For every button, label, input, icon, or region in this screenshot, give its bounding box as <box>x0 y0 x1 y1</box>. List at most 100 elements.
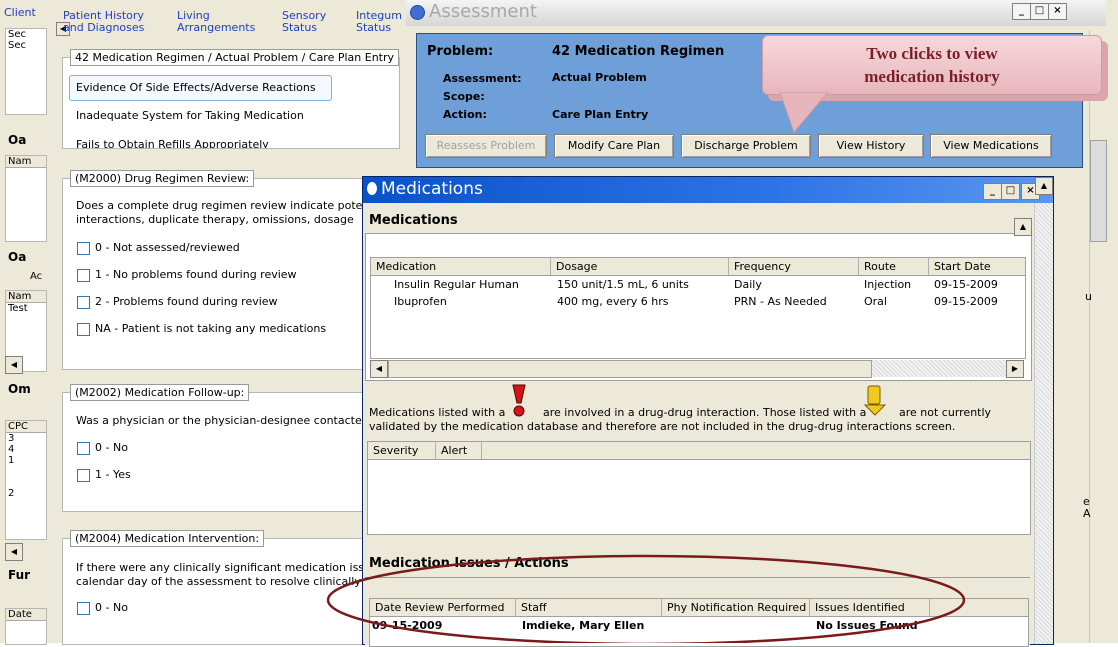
medications-app-icon <box>367 182 377 195</box>
functional-section-label: Fur <box>8 568 31 582</box>
tab-line: Arrangements <box>177 21 256 34</box>
m2000-question-line: Does a complete drug regimen review indi… <box>76 199 363 212</box>
omission-section-label: Om <box>8 382 31 396</box>
assessment-label: Assessment: <box>443 72 522 85</box>
m2000-option-0[interactable]: 0 - Not assessed/reviewed <box>77 241 240 255</box>
care-plan-entry-item-selected[interactable]: Evidence Of Side Effects/Adverse Reactio… <box>69 75 332 101</box>
scroll-left-icon[interactable]: ◀ <box>370 360 388 378</box>
reassess-problem-button[interactable]: Reassess Problem <box>425 134 547 158</box>
m2000-question-line: interactions, duplicate therapy, omissio… <box>76 213 354 226</box>
checkbox-icon[interactable] <box>77 468 90 482</box>
m2000-option-2[interactable]: 2 - Problems found during review <box>77 295 278 309</box>
table-row[interactable]: Ibuprofen 400 mg, every 6 hrs PRN - As N… <box>371 295 1025 311</box>
m2000-option-na[interactable]: NA - Patient is not taking any medicatio… <box>77 322 326 336</box>
option-label: 1 - Yes <box>95 468 131 481</box>
modify-care-plan-button[interactable]: Modify Care Plan <box>554 134 674 158</box>
cpc-value: 3 <box>8 433 15 444</box>
col-medication[interactable]: Medication <box>371 258 551 275</box>
m2000-option-1[interactable]: 1 - No problems found during review <box>77 268 297 282</box>
assessment-close-button[interactable]: × <box>1048 3 1067 20</box>
legend-text: are involved in a drug-drug interaction.… <box>543 406 867 419</box>
date-header: Date <box>6 609 46 621</box>
scroll-left-icon[interactable]: ◀ <box>5 543 23 561</box>
col-frequency[interactable]: Frequency <box>729 258 859 275</box>
assessment-minimize-button[interactable]: _ <box>1012 3 1031 20</box>
medications-horizontal-scrollbar[interactable]: ◀ ▶ <box>370 360 1024 378</box>
cpc-grid: CPC 3 4 1 2 <box>5 420 47 540</box>
oasis-grid-1: Nam <box>5 155 47 242</box>
assessment-edge-text: A <box>1083 507 1091 520</box>
checkbox-icon[interactable] <box>77 322 90 336</box>
scrollbar-thumb[interactable] <box>388 360 872 378</box>
option-label: 0 - No <box>95 441 128 454</box>
oasis-tab-strip: ◀ Patient History and Diagnoses Living Arr… <box>50 0 410 38</box>
medications-window-scrollbar[interactable]: ▲ <box>1034 177 1053 644</box>
cell-frequency: PRN - As Needed <box>734 295 827 308</box>
col-alert[interactable]: Alert <box>436 442 482 459</box>
m2004-option-0[interactable]: 0 - No <box>77 601 128 615</box>
drug-interaction-alert-icon <box>512 384 526 417</box>
cell-dosage: 150 unit/1.5 mL, 6 units <box>557 278 689 291</box>
scrollbar-thumb[interactable] <box>1090 140 1107 242</box>
client-tab[interactable]: Client <box>4 6 36 19</box>
medications-maximize-button[interactable]: □ <box>1001 183 1020 200</box>
assessment-maximize-button[interactable]: □ <box>1030 3 1049 20</box>
checkbox-icon[interactable] <box>77 441 90 455</box>
legend-text: validated by the medication database and… <box>369 420 956 433</box>
care-plan-entry-item[interactable]: Inadequate System for Taking Medication <box>76 109 304 122</box>
section-scroll-up-icon[interactable]: ▲ <box>1014 218 1032 236</box>
callout-line: medication history <box>864 67 1000 86</box>
checkbox-icon[interactable] <box>77 268 90 282</box>
tab-patient-history[interactable]: Patient History and Diagnoses <box>63 10 144 34</box>
scroll-right-icon[interactable]: ▶ <box>1006 360 1024 378</box>
col-dosage[interactable]: Dosage <box>551 258 729 275</box>
scope-label: Scope: <box>443 90 485 103</box>
care-plan-entry-group: Evidence Of Side Effects/Adverse Reactio… <box>62 57 400 149</box>
view-history-button[interactable]: View History <box>818 134 924 158</box>
legend-text: Medications listed with a <box>369 406 506 419</box>
oasis-section-label: Oa <box>8 250 27 264</box>
table-row[interactable]: Insulin Regular Human 150 unit/1.5 mL, 6… <box>371 278 1025 294</box>
client-list: Sec Sec <box>5 28 47 115</box>
col-route[interactable]: Route <box>859 258 929 275</box>
highlight-oval <box>326 554 966 643</box>
tab-sensory-status[interactable]: Sensory Status <box>282 10 326 34</box>
problem-value: 42 Medication Regimen <box>552 44 725 59</box>
scroll-up-icon[interactable]: ▲ <box>1035 177 1053 195</box>
col-severity[interactable]: Severity <box>368 442 436 459</box>
col-start-date[interactable]: Start Date <box>929 258 1025 275</box>
care-plan-entry-legend: 42 Medication Regimen / Actual Problem /… <box>70 49 400 66</box>
cpc-value: 4 <box>8 444 15 455</box>
problem-label: Problem: <box>427 44 494 59</box>
m2002-question: Was a physician or the physician-designe… <box>76 414 362 427</box>
assessment-title: Assessment <box>429 1 537 22</box>
cell-medication: Ibuprofen <box>394 295 447 308</box>
tab-line: and Diagnoses <box>63 21 145 34</box>
m2004-legend: (M2004) Medication Intervention: <box>70 530 265 547</box>
checkbox-icon[interactable] <box>77 601 90 615</box>
legend-text: are not currently <box>899 406 992 419</box>
m2002-option-0[interactable]: 0 - No <box>77 441 128 455</box>
medications-table-header: Medication Dosage Frequency Route Start … <box>371 258 1025 276</box>
cell-route: Injection <box>864 278 912 291</box>
assessment-scrollbar[interactable] <box>1089 30 1107 643</box>
tab-living-arrangements[interactable]: Living Arrangements <box>177 10 255 34</box>
checkbox-icon[interactable] <box>77 241 90 255</box>
assessment-value: Actual Problem <box>552 71 647 84</box>
oasis-grid-header: Nam <box>6 291 46 303</box>
discharge-problem-button[interactable]: Discharge Problem <box>681 134 811 158</box>
add-button[interactable]: Ac <box>30 271 42 282</box>
m2002-option-1[interactable]: 1 - Yes <box>77 468 131 482</box>
tab-integumentary-status[interactable]: Integum Status <box>356 10 402 34</box>
cell-dosage: 400 mg, every 6 hrs <box>557 295 669 308</box>
interaction-legend: Medications listed with a are involved i… <box>369 381 1029 435</box>
scroll-left-icon[interactable]: ◀ <box>5 356 23 374</box>
callout-box: Two clicks to view medication history <box>762 35 1102 95</box>
medications-minimize-button[interactable]: _ <box>983 183 1002 200</box>
view-medications-button[interactable]: View Medications <box>930 134 1052 158</box>
care-plan-entry-item[interactable]: Fails to Obtain Refills Appropriately <box>76 138 269 148</box>
cell-route: Oral <box>864 295 887 308</box>
oasis-grid-row[interactable]: Test <box>6 303 46 314</box>
medications-titlebar: Medications _ □ × <box>363 177 1053 203</box>
checkbox-icon[interactable] <box>77 295 90 309</box>
